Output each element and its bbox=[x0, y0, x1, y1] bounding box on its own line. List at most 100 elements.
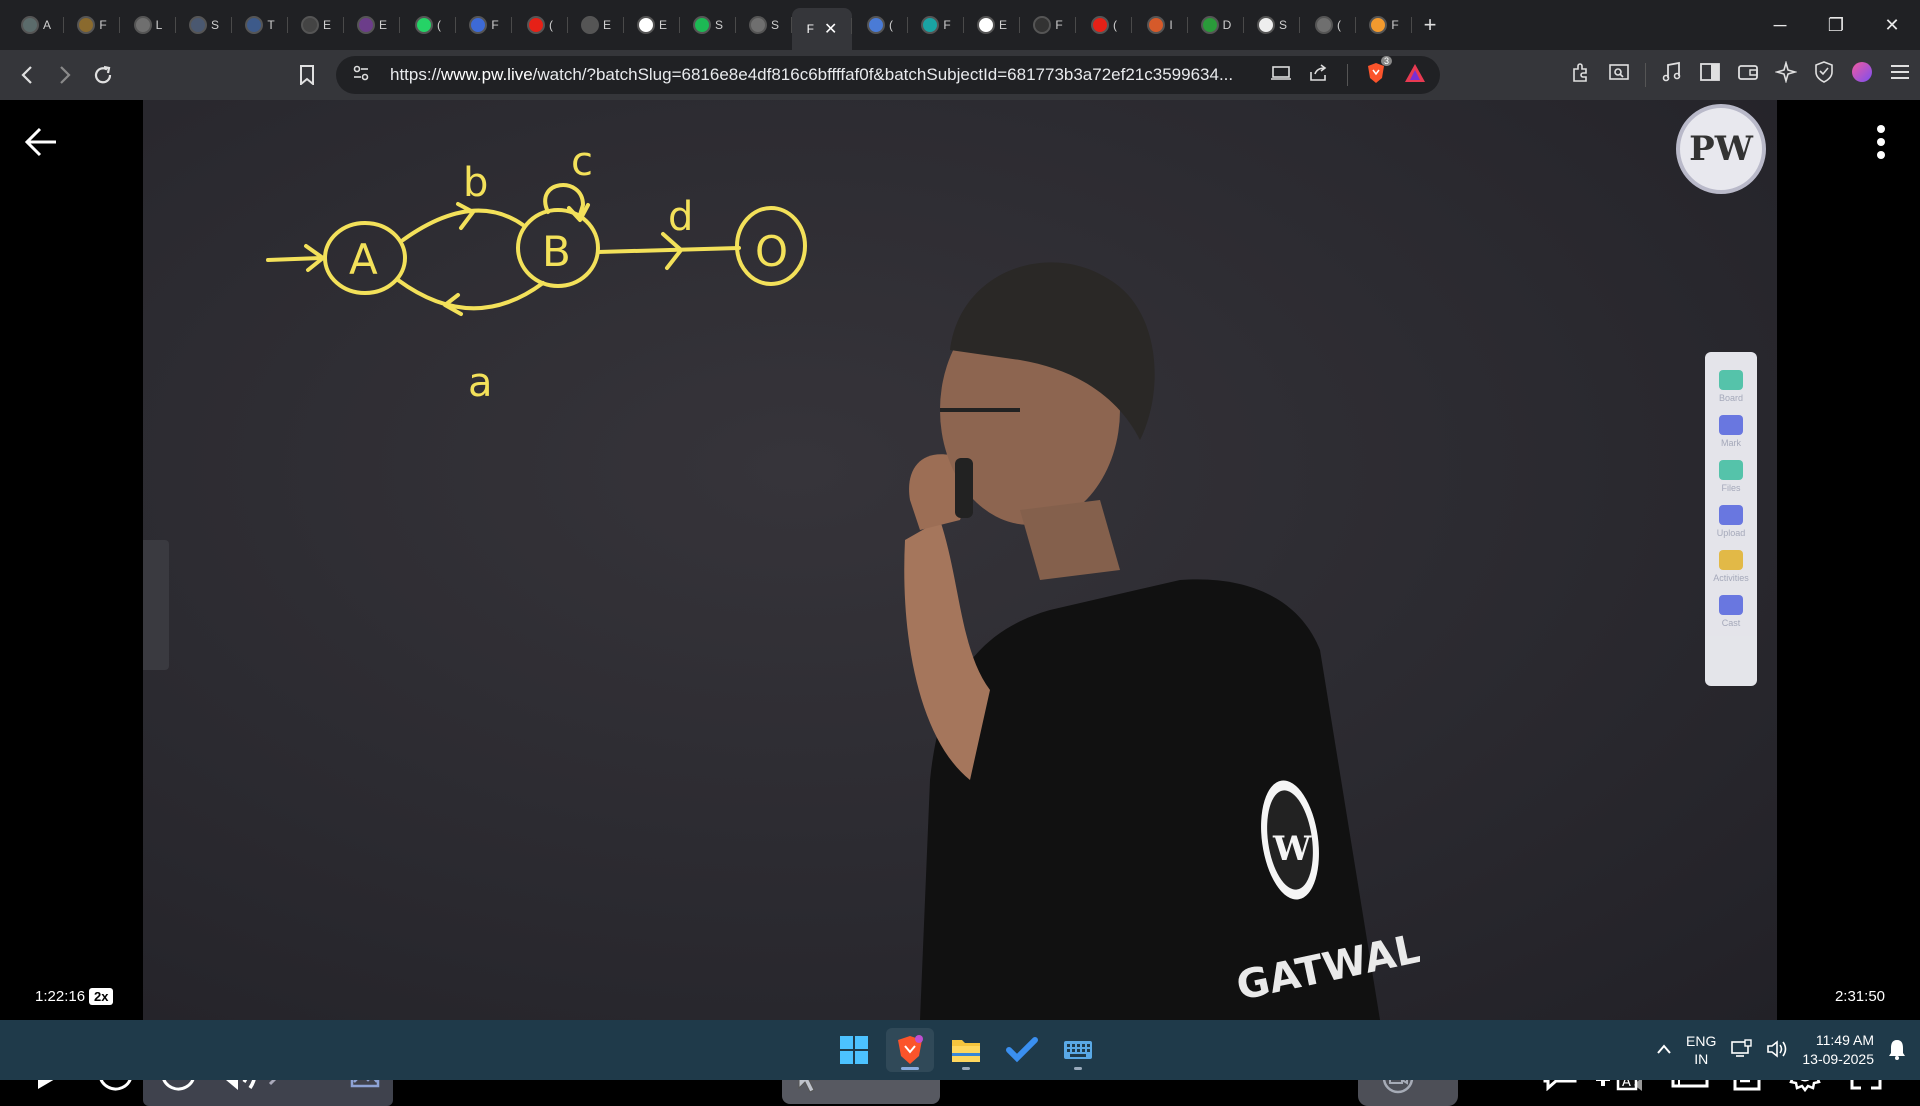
back-icon[interactable] bbox=[8, 56, 46, 94]
brave-rewards-icon[interactable] bbox=[1404, 63, 1426, 88]
wallet-icon[interactable] bbox=[1736, 62, 1760, 88]
tool-files[interactable]: Files bbox=[1719, 460, 1743, 493]
browser-tab[interactable]: S bbox=[1244, 7, 1300, 43]
taskbar-brave-icon[interactable] bbox=[886, 1028, 934, 1072]
taskbar-todo-icon[interactable] bbox=[998, 1028, 1046, 1072]
browser-tab[interactable]: ( bbox=[400, 7, 456, 43]
browser-tab[interactable]: ( bbox=[1300, 7, 1356, 43]
tab-title: E bbox=[322, 18, 331, 32]
left-drawer-handle[interactable] bbox=[143, 540, 169, 670]
browser-tab[interactable]: E bbox=[568, 7, 624, 43]
clock[interactable]: 11:49 AM 13-09-2025 bbox=[1802, 1031, 1874, 1069]
teaching-tools-panel: Board Mark Files Upload Activities Cast bbox=[1705, 352, 1757, 686]
close-window-button[interactable]: ✕ bbox=[1864, 0, 1920, 50]
new-tab-button[interactable]: + bbox=[1412, 12, 1448, 38]
bookmark-icon[interactable] bbox=[288, 56, 326, 94]
browser-tab[interactable]: F bbox=[1356, 7, 1412, 43]
screen-icon bbox=[1033, 16, 1052, 34]
tray-overflow-chevron-icon[interactable] bbox=[1656, 1042, 1672, 1058]
google-icon bbox=[976, 16, 995, 34]
taskbar-keyboard-icon[interactable] bbox=[1054, 1028, 1102, 1072]
extensions-icon[interactable] bbox=[1569, 61, 1593, 89]
tool-label: Board bbox=[1718, 393, 1744, 403]
cast-device-icon[interactable] bbox=[1271, 65, 1291, 86]
globe-icon bbox=[133, 16, 152, 34]
youtube-icon bbox=[527, 16, 545, 34]
camera-icon bbox=[1719, 505, 1743, 525]
browser-tab[interactable]: I bbox=[1132, 7, 1188, 43]
region-code: IN bbox=[1694, 1051, 1709, 1067]
browser-tab[interactable]: E bbox=[964, 7, 1020, 43]
browser-tab[interactable]: S bbox=[176, 7, 232, 43]
network-icon[interactable] bbox=[1730, 1038, 1753, 1062]
leo-ai-icon[interactable] bbox=[1774, 60, 1798, 89]
browser-tab[interactable]: F bbox=[908, 7, 964, 43]
sidebar-icon[interactable] bbox=[1698, 62, 1722, 88]
menu-icon[interactable] bbox=[1888, 63, 1912, 87]
tab-strip: A F L S T E E(F(E E S S F ✕(F E F(I D S(F + bbox=[0, 0, 1920, 50]
tab-title: F bbox=[806, 22, 814, 36]
browser-tab[interactable]: F bbox=[456, 7, 512, 43]
tab-title: S bbox=[210, 18, 219, 32]
playback-speed-badge[interactable]: 2x bbox=[89, 988, 114, 1005]
browser-tab[interactable]: A bbox=[8, 7, 64, 43]
volume-tray-icon[interactable] bbox=[1766, 1039, 1788, 1062]
browser-tab[interactable]: L bbox=[120, 7, 176, 43]
browser-tab[interactable]: ( bbox=[1076, 7, 1132, 43]
notification-bell-icon[interactable] bbox=[1888, 1038, 1906, 1063]
tool-board[interactable]: Board bbox=[1719, 370, 1743, 403]
share-icon[interactable] bbox=[1309, 63, 1329, 87]
media-icon[interactable] bbox=[1660, 61, 1684, 89]
tab-title: ( bbox=[1337, 18, 1341, 32]
vpn-icon[interactable] bbox=[1812, 61, 1836, 89]
site-settings-icon[interactable] bbox=[352, 64, 370, 87]
profile-avatar[interactable] bbox=[1850, 61, 1874, 89]
tool-label: Activities bbox=[1713, 573, 1749, 583]
browser-tab[interactable]: D bbox=[1188, 7, 1244, 43]
tool-upload[interactable]: Upload bbox=[1717, 505, 1745, 538]
leaf-icon bbox=[1200, 16, 1219, 34]
forward-icon[interactable] bbox=[46, 56, 84, 94]
reload-icon[interactable] bbox=[84, 56, 122, 94]
more-options-icon[interactable] bbox=[1876, 124, 1886, 160]
browser-tab[interactable]: E bbox=[344, 7, 400, 43]
globe-icon bbox=[748, 16, 767, 34]
browser-tab[interactable]: ( bbox=[852, 7, 908, 43]
tool-activities[interactable]: Activities bbox=[1713, 550, 1749, 583]
chatgpt-icon bbox=[20, 16, 39, 34]
browser-tab[interactable]: F bbox=[64, 7, 120, 43]
taskbar-file-explorer-icon[interactable] bbox=[942, 1028, 990, 1072]
edge-label-d: d bbox=[668, 194, 693, 240]
browser-tab[interactable]: E bbox=[624, 7, 680, 43]
board-icon bbox=[1719, 370, 1743, 390]
flag-icon bbox=[1369, 16, 1388, 34]
close-tab-icon[interactable]: ✕ bbox=[824, 19, 837, 39]
browser-tab[interactable]: S bbox=[736, 7, 792, 43]
url-text[interactable]: https://www.pw.live/watch/?batchSlug=681… bbox=[390, 65, 1270, 85]
video-player[interactable]: A B O b c d a W GATWALIH PW Board Mark F… bbox=[0, 100, 1920, 1106]
perplexity-icon bbox=[921, 16, 940, 34]
restore-button[interactable]: ❐ bbox=[1808, 0, 1864, 50]
edge-label-c: c bbox=[571, 139, 593, 185]
browser-tab[interactable]: ( bbox=[512, 7, 568, 43]
language-indicator[interactable]: ENG IN bbox=[1686, 1032, 1716, 1068]
language-code: ENG bbox=[1686, 1033, 1717, 1049]
active-browser-tab[interactable]: F ✕ bbox=[792, 8, 852, 50]
back-arrow-icon[interactable] bbox=[24, 122, 58, 167]
start-button[interactable] bbox=[830, 1028, 878, 1072]
browser-tab[interactable]: F bbox=[1020, 7, 1076, 43]
browser-tab[interactable]: S bbox=[680, 7, 736, 43]
brave-shields-icon[interactable]: 3 bbox=[1366, 55, 1392, 89]
browser-toolbar: https://www.pw.live/watch/?batchSlug=681… bbox=[0, 50, 1920, 100]
browser-tab[interactable]: T bbox=[232, 7, 288, 43]
tab-title: A bbox=[42, 18, 51, 32]
reader-icon[interactable] bbox=[1607, 62, 1631, 88]
omnibox-divider bbox=[1347, 64, 1348, 86]
duration: 2:31:50 bbox=[1834, 988, 1885, 1005]
tool-cast[interactable]: Cast bbox=[1719, 595, 1743, 628]
svg-text:W: W bbox=[1272, 829, 1312, 869]
tool-mark[interactable]: Mark bbox=[1719, 415, 1743, 448]
browser-tab[interactable]: E bbox=[288, 7, 344, 43]
minimize-button[interactable]: ─ bbox=[1752, 0, 1808, 50]
address-bar[interactable]: https://www.pw.live/watch/?batchSlug=681… bbox=[336, 55, 1440, 94]
